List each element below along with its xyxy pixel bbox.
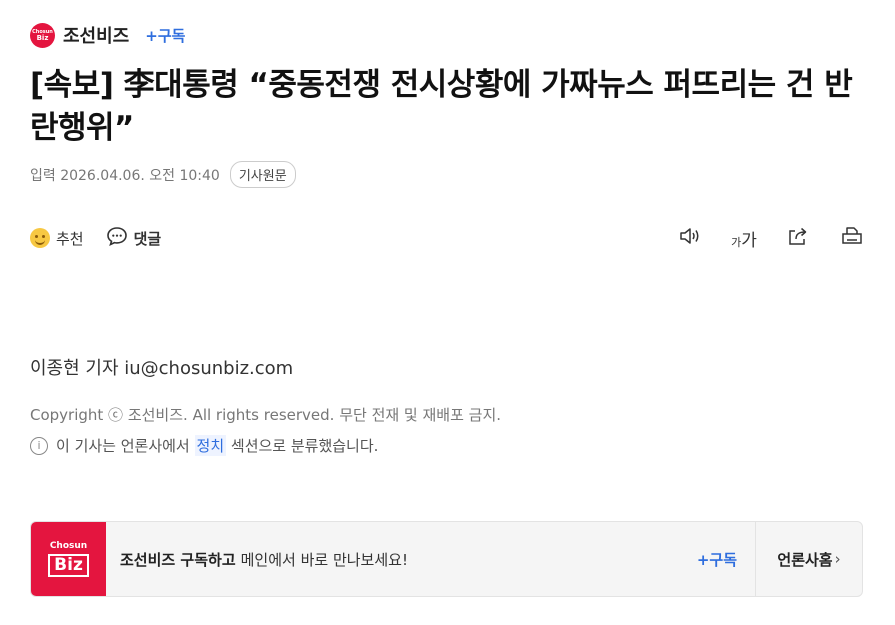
category-note-before: 이 기사는 언론사에서 [56, 437, 195, 455]
subscribe-banner: Chosun Biz 조선비즈 구독하고 메인에서 바로 만나보세요! +구독 … [30, 521, 863, 597]
chevron-right-icon: › [834, 550, 841, 568]
banner-logo-bottom: Biz [48, 554, 89, 577]
article-date: 입력 2026.04.06. 오전 10:40 [30, 167, 220, 184]
banner-logo-top: Chosun [49, 541, 88, 551]
recommend-button[interactable]: 추천 [30, 228, 84, 249]
recommend-label: 추천 [56, 229, 84, 248]
section-link-politics[interactable]: 정치 [194, 435, 227, 456]
comment-button[interactable]: 댓글 [106, 225, 162, 251]
banner-subscribe-button[interactable]: +구독 [697, 522, 755, 596]
banner-message: 조선비즈 구독하고 메인에서 바로 만나보세요! [106, 522, 697, 596]
tts-button[interactable] [677, 225, 703, 251]
speaker-icon [678, 225, 702, 251]
subscribe-button[interactable]: +구독 [145, 25, 185, 46]
press-logo-bottom: Biz [36, 33, 49, 42]
copyright-notice: Copyright ⓒ 조선비즈. All rights reserved. 무… [30, 406, 502, 424]
info-icon: i [30, 436, 48, 455]
category-note-after: 섹션으로 분류했습니다. [226, 437, 379, 455]
smile-icon [30, 228, 50, 248]
banner-press-logo[interactable]: Chosun Biz [31, 522, 106, 596]
press-home-label: 언론사홈 [777, 550, 833, 569]
press-logo[interactable]: Chosun Biz [30, 22, 55, 48]
press-home-button[interactable]: 언론사홈 › [755, 522, 862, 596]
tool-bar: 가가 [677, 225, 865, 251]
comment-label: 댓글 [133, 229, 162, 248]
print-icon [840, 225, 864, 251]
reaction-bar: 추천 댓글 [30, 225, 161, 251]
banner-text: 메인에서 바로 만나보세요! [240, 550, 408, 569]
font-size-icon: 가가 [731, 230, 757, 251]
article-meta: 입력 2026.04.06. 오전 10:40 기사원문 [30, 161, 296, 188]
byline: 이종현 기자 iu@chosunbiz.com [30, 358, 294, 379]
banner-bold-text: 조선비즈 구독하고 [120, 550, 236, 569]
speech-bubble-icon [106, 225, 128, 251]
original-article-button[interactable]: 기사원문 [229, 161, 296, 188]
article-headline: [속보] 李대통령 “중동전쟁 전시상황에 가짜뉴스 퍼뜨리는 건 반란행위” [30, 67, 853, 146]
press-header: Chosun Biz 조선비즈 +구독 [30, 22, 185, 48]
share-button[interactable] [785, 225, 811, 251]
font-size-button[interactable]: 가가 [731, 225, 757, 251]
press-name[interactable]: 조선비즈 [63, 22, 129, 48]
category-info: i 이 기사는 언론사에서 정치 섹션으로 분류했습니다. [30, 435, 378, 456]
print-button[interactable] [839, 225, 865, 251]
share-icon [786, 225, 810, 251]
